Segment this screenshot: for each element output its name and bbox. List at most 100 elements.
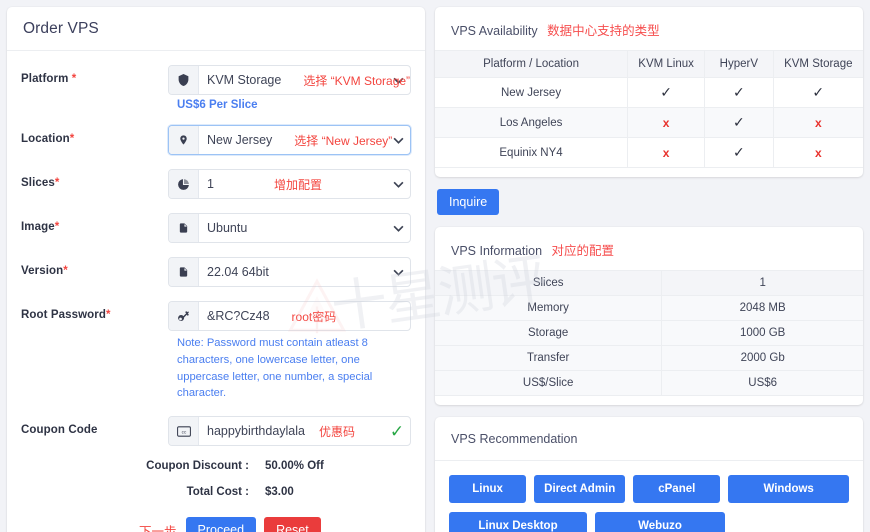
check-icon: ✓	[812, 84, 825, 100]
location-value: New Jersey	[207, 133, 273, 147]
recommendation-row-1: Linux Direct Admin cPanel Windows	[449, 475, 849, 503]
order-vps-header: Order VPS	[7, 7, 425, 51]
vps-availability-card: VPS Availability 数据中心支持的类型 Platform / Lo…	[435, 7, 863, 177]
label-version-text: Version	[21, 265, 64, 277]
image-select[interactable]: Ubuntu	[168, 213, 411, 243]
summary-coupon-discount: Coupon Discount : 50.00% Off	[21, 460, 411, 472]
version-select[interactable]: 22.04 64bit	[168, 257, 411, 287]
label-root-password: Root Password*	[21, 301, 168, 321]
table-row: New Jersey ✓ ✓ ✓	[435, 77, 863, 108]
required-asterisk: *	[63, 265, 68, 277]
chevron-down-icon[interactable]	[386, 170, 410, 198]
recommendation-row-2: Linux Desktop Webuzo	[449, 512, 849, 532]
vps-recommendation-header: VPS Recommendation	[435, 417, 863, 461]
cell-kvm-linux: x	[627, 107, 705, 138]
cell-kvm-linux: ✓	[627, 77, 705, 108]
label-location: Location*	[21, 125, 168, 145]
reset-button[interactable]: Reset	[264, 517, 321, 532]
check-icon: ✓	[660, 84, 672, 100]
table-row: Storage 1000 GB	[435, 320, 863, 346]
coupon-code-input[interactable]: cc happybirthdaylala 优惠码 ✓	[168, 416, 411, 447]
required-asterisk: *	[69, 133, 75, 145]
info-value-memory: 2048 MB	[661, 295, 863, 321]
form-row-version: Version* 22.04 64bit	[21, 257, 411, 287]
field-coupon-code: cc happybirthdaylala 优惠码 ✓	[168, 416, 411, 447]
row-location: New Jersey	[435, 77, 628, 108]
label-root-password-text: Root Password	[21, 309, 107, 321]
slices-select[interactable]: 1 增加配置	[168, 169, 411, 199]
row-location: Los Angeles	[435, 107, 628, 138]
vps-recommendation-title: VPS Recommendation	[451, 432, 578, 446]
left-column: Order VPS Platform * KVM Storage 选择 “KVM…	[7, 7, 431, 532]
form-actions: 下一步 Proceed Reset	[21, 517, 411, 532]
rec-button-windows[interactable]: Windows	[728, 475, 849, 503]
map-pin-icon	[169, 126, 199, 154]
vps-information-card: VPS Information 对应的配置 Slices 1 Memory 20…	[435, 227, 863, 405]
total-cost-label: Total Cost :	[186, 486, 249, 499]
cross-icon: x	[662, 145, 670, 160]
cell-kvm-storage: x	[772, 107, 863, 138]
proceed-annotation: 下一步	[139, 524, 177, 532]
password-requirements-note: Note: Password must contain atleast 8 ch…	[177, 337, 373, 400]
slices-field: 1 增加配置	[199, 170, 386, 198]
inquire-button[interactable]: Inquire	[437, 189, 500, 215]
right-column: VPS Availability 数据中心支持的类型 Platform / Lo…	[431, 7, 863, 532]
col-platform-location: Platform / Location	[435, 50, 628, 78]
label-coupon-code-text: Coupon Code	[21, 424, 98, 437]
rec-button-linux-desktop[interactable]: Linux Desktop	[449, 512, 587, 532]
rec-button-direct-admin[interactable]: Direct Admin	[534, 475, 626, 503]
required-asterisk: *	[106, 309, 111, 321]
coupon-code-value: happybirthdaylala	[207, 424, 305, 439]
required-asterisk: *	[54, 177, 60, 189]
root-password-value: &RC?Cz48	[207, 309, 270, 323]
order-vps-card: Order VPS Platform * KVM Storage 选择 “KVM…	[7, 7, 425, 532]
key-icon	[169, 302, 199, 330]
coupon-code-field[interactable]: happybirthdaylala 优惠码	[199, 417, 384, 445]
root-password-input[interactable]: &RC?Cz48 root密码	[168, 301, 411, 331]
proceed-button[interactable]: Proceed	[185, 517, 257, 532]
coupon-discount-label: Coupon Discount :	[146, 460, 249, 473]
root-password-field[interactable]: &RC?Cz48 root密码	[199, 302, 410, 330]
table-row: Transfer 2000 Gb	[435, 345, 863, 371]
cell-kvm-storage: x	[772, 137, 863, 168]
platform-price-link[interactable]: US$6 Per Slice	[168, 95, 411, 111]
check-icon: ✓	[732, 84, 745, 100]
credit-card-icon: cc	[169, 417, 199, 446]
chevron-down-icon[interactable]	[386, 258, 410, 286]
form-row-root-password: Root Password* &RC?Cz48 root密码 Note: Pas…	[21, 301, 411, 402]
info-label-price-per-slice: US$/Slice	[435, 370, 662, 396]
root-password-annotation: root密码	[291, 309, 337, 324]
field-image: Ubuntu	[168, 213, 411, 243]
label-image: Image*	[21, 213, 168, 233]
table-row: Equinix NY4 x ✓ x	[435, 137, 863, 168]
cell-hyperv: ✓	[704, 77, 774, 108]
chevron-down-icon[interactable]	[386, 214, 410, 242]
info-label-transfer: Transfer	[435, 345, 662, 371]
rec-button-linux[interactable]: Linux	[449, 475, 527, 503]
information-table: Slices 1 Memory 2048 MB Storage 1000 GB …	[435, 270, 863, 396]
location-annotation: 选择 “New Jersey”	[294, 133, 393, 148]
availability-table: Platform / Location KVM Linux HyperV KVM…	[435, 50, 863, 168]
form-row-image: Image* Ubuntu	[21, 213, 411, 243]
label-platform-text: Platform	[21, 73, 69, 85]
table-row: Los Angeles x ✓ x	[435, 107, 863, 138]
pie-chart-icon	[169, 170, 199, 198]
cell-kvm-linux: x	[627, 137, 705, 168]
field-platform: KVM Storage 选择 “KVM Storage” US$6 Per Sl…	[168, 65, 411, 111]
form-row-location: Location* New Jersey 选择 “New Jersey”	[21, 125, 411, 155]
location-select[interactable]: New Jersey 选择 “New Jersey”	[168, 125, 411, 155]
rec-button-webuzo[interactable]: Webuzo	[595, 512, 725, 532]
platform-annotation: 选择 “KVM Storage”	[303, 73, 411, 88]
label-slices: Slices*	[21, 169, 168, 189]
table-row: Memory 2048 MB	[435, 295, 863, 321]
form-row-slices: Slices* 1 增加配置	[21, 169, 411, 199]
table-footer-spacer	[435, 168, 863, 177]
image-field: Ubuntu	[199, 214, 386, 242]
table-header-row: Platform / Location KVM Linux HyperV KVM…	[435, 50, 863, 78]
required-asterisk: *	[71, 73, 77, 85]
cell-kvm-storage: ✓	[772, 77, 863, 108]
rec-button-cpanel[interactable]: cPanel	[633, 475, 721, 503]
col-kvm-storage: KVM Storage	[772, 50, 863, 78]
platform-select[interactable]: KVM Storage 选择 “KVM Storage”	[168, 65, 411, 95]
label-version: Version*	[21, 257, 168, 277]
